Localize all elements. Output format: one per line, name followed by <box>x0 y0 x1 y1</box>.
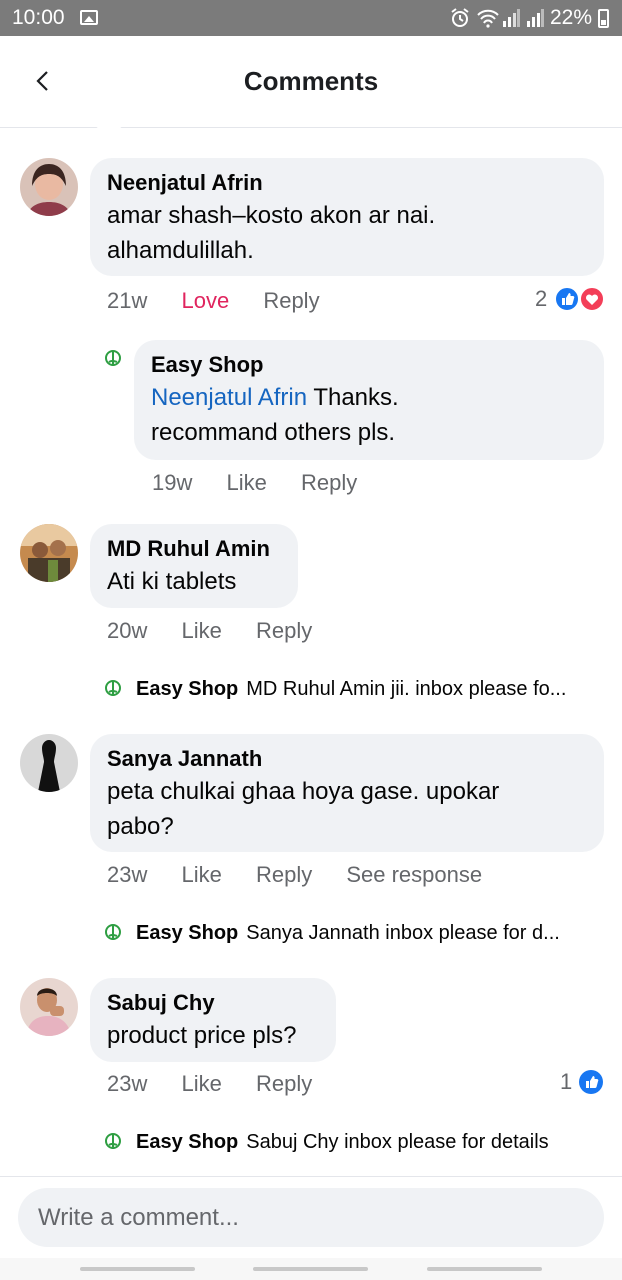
avatar[interactable] <box>20 158 78 216</box>
page-title: Comments <box>243 66 379 96</box>
reply-button[interactable]: Reply <box>256 618 312 643</box>
comment-bubble: Sabuj Chy product price pls? <box>90 978 336 1062</box>
gallery-notification-icon <box>80 10 98 25</box>
signal-icon <box>527 9 544 27</box>
comment-input[interactable]: Write a comment... <box>18 1188 604 1247</box>
reply-actions: 19w Like Reply <box>152 470 385 496</box>
mention-link[interactable]: Neenjatul Afrin <box>151 384 307 411</box>
header: Comments <box>0 36 622 128</box>
comment-text: pabo? <box>107 813 174 840</box>
alarm-icon <box>451 8 469 27</box>
comment-actions: 21w Love Reply <box>107 288 348 314</box>
avatar[interactable] <box>20 978 78 1036</box>
comment-composer: Write a comment... <box>0 1176 622 1258</box>
like-love-reaction-icon[interactable] <box>553 286 605 312</box>
status-bar: 10:00 22% <box>0 0 622 36</box>
system-nav-bar <box>0 1258 622 1280</box>
comment-text: Ati ki tablets <box>107 568 237 595</box>
signal-icon <box>503 9 520 27</box>
reply-button[interactable]: Reply <box>256 1071 312 1096</box>
avatar[interactable] <box>20 734 78 792</box>
like-button[interactable]: Like <box>181 1071 221 1096</box>
reaction-count[interactable]: 1 <box>560 1069 572 1095</box>
comment-time: 23w <box>107 1071 148 1096</box>
reaction-count-number: 2 <box>535 286 548 311</box>
comment-text: amar shash–kosto akon ar nai. <box>107 202 436 229</box>
status-time: 10:00 <box>12 6 65 29</box>
comment-author[interactable]: Neenjatul Afrin <box>107 168 587 198</box>
cropped-logo <box>90 120 128 130</box>
comment-text: peta chulkai ghaa hoya gase. upokar <box>107 778 500 805</box>
reply-preview[interactable]: Easy Shop Sabuj Chy inbox please for deta… <box>136 1131 549 1154</box>
avatar[interactable] <box>20 524 78 582</box>
comment-time: 23w <box>107 862 148 887</box>
comment-actions: 20w Like Reply <box>107 618 340 644</box>
reaction-count-number: 1 <box>560 1069 573 1094</box>
reply-author: Easy Shop <box>136 1131 239 1153</box>
battery-percent: 22% <box>550 6 593 29</box>
easy-shop-logo[interactable] <box>90 342 128 380</box>
reply-text-line2: recommand others pls. <box>151 419 396 446</box>
comment-text: product price pls? <box>107 1022 297 1049</box>
like-button[interactable]: Like <box>181 618 221 643</box>
reply-button[interactable]: Reply <box>263 288 319 313</box>
reply-preview-text: Sabuj Chy inbox please for details <box>246 1131 549 1153</box>
nav-handle[interactable] <box>427 1267 542 1271</box>
nav-handle[interactable] <box>253 1267 368 1271</box>
easy-shop-logo[interactable] <box>90 916 128 954</box>
comment-author[interactable]: MD Ruhul Amin <box>107 534 281 564</box>
comment-bubble: MD Ruhul Amin Ati ki tablets <box>90 524 298 608</box>
reply-preview-text: Sanya Jannath inbox please for d... <box>246 922 560 944</box>
reply-preview[interactable]: Easy Shop Sanya Jannath inbox please for … <box>136 922 560 945</box>
comment-actions: 23w Like Reply See response <box>107 862 510 888</box>
reply-preview[interactable]: Easy Shop MD Ruhul Amin jii. inbox please… <box>136 678 566 701</box>
comment-actions: 23w Like Reply <box>107 1071 340 1097</box>
love-button[interactable]: Love <box>181 288 229 313</box>
like-button[interactable]: Like <box>181 862 221 887</box>
comment-bubble: Neenjatul Afrin amar shash–kosto akon ar… <box>90 158 604 276</box>
reply-author: Easy Shop <box>136 678 239 700</box>
comment-text: alhamdulillah. <box>107 237 254 264</box>
reply-text: Neenjatul Afrin Thanks. <box>151 380 587 415</box>
battery-icon <box>598 9 609 28</box>
reply-bubble: Easy Shop Neenjatul Afrin Thanks. recomm… <box>134 340 604 460</box>
reaction-count[interactable]: 2 <box>535 286 547 312</box>
wifi-icon <box>477 9 499 28</box>
easy-shop-logo[interactable] <box>90 672 128 710</box>
comment-time: 20w <box>107 618 148 643</box>
like-button[interactable]: Like <box>226 470 266 495</box>
reply-author: Easy Shop <box>136 922 239 944</box>
nav-handle[interactable] <box>80 1267 195 1271</box>
comment-author[interactable]: Sanya Jannath <box>107 744 587 774</box>
easy-shop-logo[interactable] <box>90 1125 128 1163</box>
see-response-button[interactable]: See response <box>346 862 482 887</box>
comment-author[interactable]: Sabuj Chy <box>107 988 319 1018</box>
reply-author[interactable]: Easy Shop <box>151 350 587 380</box>
reply-time: 19w <box>152 470 193 495</box>
reply-button[interactable]: Reply <box>256 862 312 887</box>
like-reaction-icon[interactable] <box>578 1069 604 1095</box>
reply-button[interactable]: Reply <box>301 470 357 495</box>
comment-bubble: Sanya Jannath peta chulkai ghaa hoya gas… <box>90 734 604 852</box>
comment-time: 21w <box>107 288 148 313</box>
reply-text-part: Thanks. <box>307 384 399 411</box>
reply-preview-text: MD Ruhul Amin jii. inbox please fo... <box>246 678 567 700</box>
